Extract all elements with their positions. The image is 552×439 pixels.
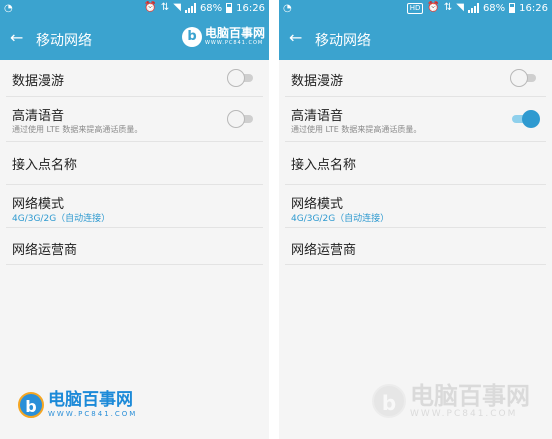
hd-voice-description: 通过使用 LTE 数据来提高通话质量。 (291, 125, 422, 134)
network-operators-label: 网络运营商 (291, 243, 357, 258)
clock: 16:26 (519, 2, 548, 14)
data-roaming-row[interactable]: 数据漫游 (6, 60, 263, 97)
app-bar: ← 移动网络 (279, 18, 552, 60)
apn-row[interactable]: 接入点名称 (285, 142, 546, 185)
data-roaming-label: 数据漫游 (291, 74, 344, 89)
phone-screen-left: ◔ ⏰ ⇅ ◥ 68% 16:26 ← 移动网络 b 电脑百事网 WWW.PC8… (0, 0, 269, 439)
apn-label: 接入点名称 (12, 158, 78, 173)
watermark-name: 电脑百事网 (204, 26, 265, 40)
settings-list: 数据漫游 高清语音 通过使用 LTE 数据来提高通话质量。 接入点名称 网络模式… (0, 60, 269, 265)
wifi-icon: ◥ (173, 2, 181, 13)
hd-voice-toggle[interactable] (227, 110, 255, 128)
battery-icon (226, 3, 233, 13)
apn-row[interactable]: 接入点名称 (6, 142, 263, 185)
hd-badge: HD (406, 2, 424, 14)
data-roaming-toggle[interactable] (510, 69, 538, 87)
battery-percent: 68% (482, 2, 506, 14)
watermark-logo-icon: b (18, 391, 44, 418)
hd-voice-row[interactable]: 高清语音 通过使用 LTE 数据来提高通话质量。 (285, 97, 546, 142)
network-mode-label: 网络模式 (12, 197, 65, 212)
watermark-name: 电脑百事网 (48, 390, 133, 410)
alarm-icon: ⏰ (427, 2, 440, 13)
network-mode-label: 网络模式 (291, 197, 344, 212)
watermark-url: WWW.PC841.COM (48, 410, 138, 418)
watermark-logo-icon: b (372, 383, 406, 418)
back-arrow-icon[interactable]: ← (10, 28, 23, 48)
settings-list: 数据漫游 高清语音 通过使用 LTE 数据来提高通话质量。 接入点名称 网络模式… (279, 60, 552, 265)
app-bar: ← 移动网络 b 电脑百事网 WWW.PC841.COM (0, 18, 269, 60)
page-title: 移动网络 (315, 33, 371, 49)
hd-voice-label: 高清语音 (12, 109, 65, 124)
hd-voice-label: 高清语音 (291, 109, 344, 124)
watermark-logo-top: b 电脑百事网 WWW.PC841.COM (181, 26, 265, 47)
back-arrow-icon[interactable]: ← (289, 28, 302, 48)
hd-voice-toggle[interactable] (510, 110, 540, 128)
watermark-bottom-left: b 电脑百事网 WWW.PC841.COM (18, 390, 137, 419)
signal-icon (467, 3, 479, 13)
data-transfer-icon: ⇅ (160, 2, 170, 13)
clock: 16:26 (236, 2, 265, 14)
data-roaming-label: 数据漫游 (12, 74, 65, 89)
battery-icon (509, 3, 516, 13)
wifi-icon: ◥ (456, 2, 464, 13)
apn-label: 接入点名称 (291, 158, 357, 173)
phone-screen-right: ◔ HD ⏰ ⇅ ◥ 68% 16:26 ← 移动网络 数据漫游 高清语音 通过… (279, 0, 552, 439)
network-mode-row[interactable]: 网络模式 4G/3G/2G（自动连接） (285, 185, 546, 228)
network-mode-row[interactable]: 网络模式 4G/3G/2G（自动连接） (6, 185, 263, 228)
status-bar: ◔ ⏰ ⇅ ◥ 68% 16:26 (0, 0, 269, 18)
battery-percent: 68% (199, 2, 223, 14)
network-operators-label: 网络运营商 (12, 243, 78, 258)
page-title: 移动网络 (36, 33, 92, 49)
screen-divider (269, 0, 279, 439)
watermark-name: 电脑百事网 (410, 382, 530, 410)
status-bar: ◔ HD ⏰ ⇅ ◥ 68% 16:26 (279, 0, 552, 18)
watermark-url: WWW.PC841.COM (410, 409, 518, 419)
hd-voice-row[interactable]: 高清语音 通过使用 LTE 数据来提高通话质量。 (6, 97, 263, 142)
network-mode-value: 4G/3G/2G（自动连接） (291, 214, 390, 224)
hd-voice-description: 通过使用 LTE 数据来提高通话质量。 (12, 125, 143, 134)
data-roaming-row[interactable]: 数据漫游 (285, 60, 546, 97)
watermark-logo-icon: b (181, 26, 202, 47)
watermark-bottom-right: b 电脑百事网 WWW.PC841.COM (372, 382, 530, 419)
network-operators-row[interactable]: 网络运营商 (6, 228, 263, 265)
data-roaming-toggle[interactable] (227, 69, 255, 87)
data-transfer-icon: ⇅ (443, 2, 453, 13)
carrier-icon: ◔ (4, 3, 13, 14)
carrier-icon: ◔ (283, 3, 292, 14)
watermark-url: WWW.PC841.COM (204, 40, 264, 46)
network-mode-value: 4G/3G/2G（自动连接） (12, 214, 111, 224)
alarm-icon: ⏰ (144, 2, 157, 13)
signal-icon (184, 3, 196, 13)
network-operators-row[interactable]: 网络运营商 (285, 228, 546, 265)
